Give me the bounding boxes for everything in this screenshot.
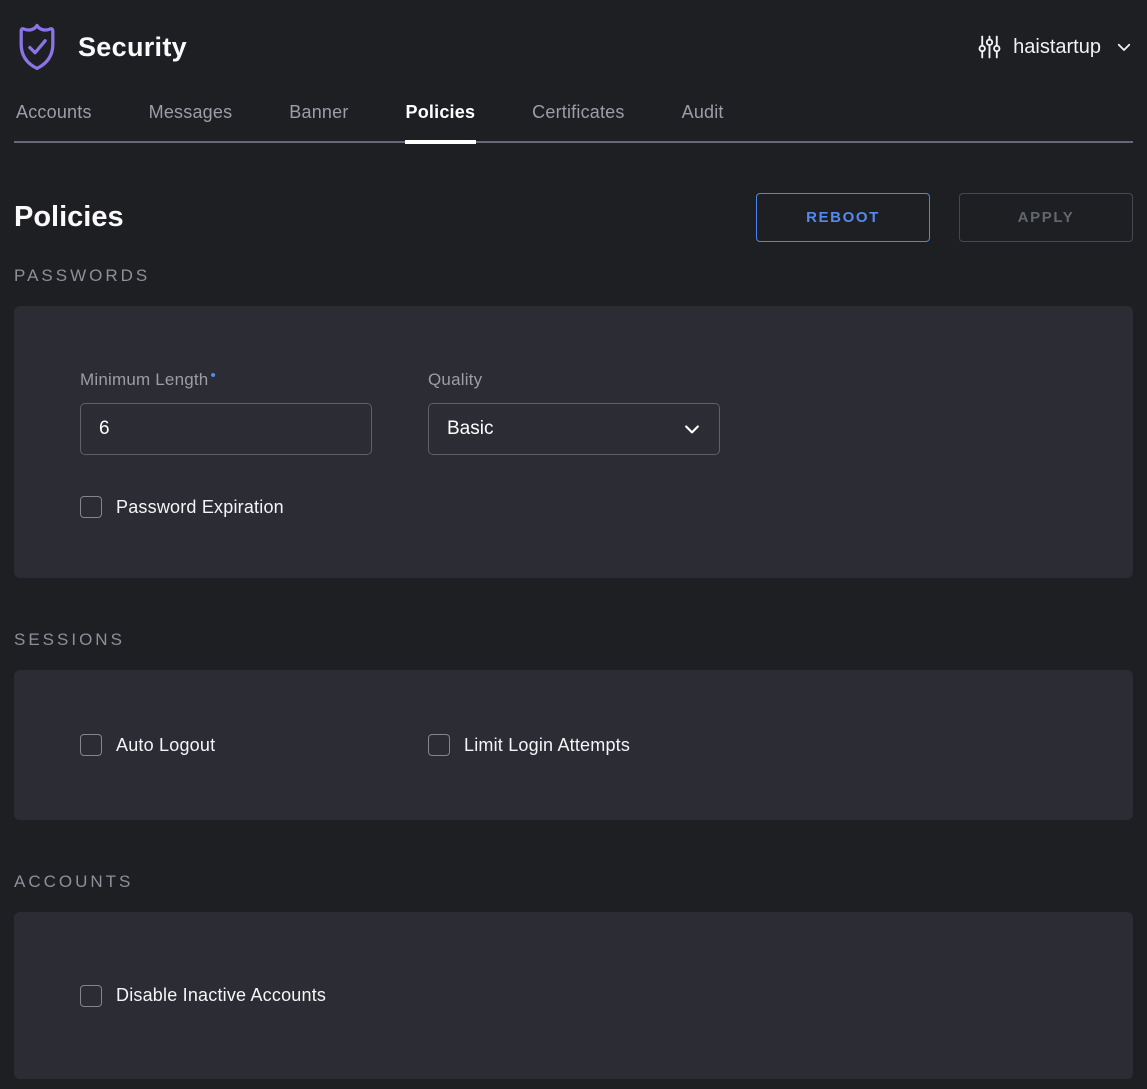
checkbox-box[interactable] [80,734,102,756]
password-expiration-checkbox[interactable]: Password Expiration [80,496,1133,518]
passwords-fields-row: Minimum Length• Quality Basic [80,370,1133,455]
user-name: haistartup [1013,36,1101,59]
minimum-length-field: Minimum Length• [80,370,372,455]
checkbox-box[interactable] [80,496,102,518]
checkbox-box[interactable] [80,985,102,1007]
accounts-section-heading: ACCOUNTS [14,872,1133,892]
tab-messages[interactable]: Messages [149,88,233,141]
reboot-button[interactable]: REBOOT [756,193,930,242]
disable-inactive-accounts-checkbox[interactable]: Disable Inactive Accounts [80,985,326,1007]
tab-bar: Accounts Messages Banner Policies Certif… [14,88,1133,143]
checkbox-box[interactable] [428,734,450,756]
tab-accounts[interactable]: Accounts [16,88,92,141]
tab-audit[interactable]: Audit [682,88,724,141]
quality-select[interactable]: Basic [428,403,720,455]
app-header: Security haistartup [14,0,1133,88]
sessions-card: Auto Logout Limit Login Attempts [14,670,1133,820]
accounts-card: Disable Inactive Accounts [14,912,1133,1079]
page-actions: REBOOT APPLY [756,193,1133,242]
disable-inactive-accounts-label: Disable Inactive Accounts [116,985,326,1006]
minimum-length-label: Minimum Length• [80,370,372,390]
apply-button[interactable]: APPLY [959,193,1133,242]
quality-field: Quality Basic [428,370,720,455]
auto-logout-checkbox[interactable]: Auto Logout [80,734,428,756]
limit-login-attempts-label: Limit Login Attempts [464,735,630,756]
page-head: Policies REBOOT APPLY [14,193,1133,242]
user-menu[interactable]: haistartup [977,34,1133,60]
tab-policies[interactable]: Policies [406,88,476,141]
minimum-length-input[interactable] [80,403,372,455]
page-title: Policies [14,201,124,234]
chevron-down-icon [682,419,702,439]
settings-sliders-icon [977,34,1002,60]
chevron-down-icon [1115,38,1133,56]
passwords-card: Minimum Length• Quality Basic Password [14,306,1133,578]
app-title: Security [78,32,187,63]
password-expiration-label: Password Expiration [116,497,284,518]
required-dot: • [210,367,215,384]
tab-certificates[interactable]: Certificates [532,88,624,141]
shield-check-icon [14,22,60,72]
quality-label: Quality [428,370,720,390]
sessions-section-heading: SESSIONS [14,630,1133,650]
tab-banner[interactable]: Banner [289,88,348,141]
quality-select-value: Basic [447,418,493,440]
passwords-section-heading: PASSWORDS [14,266,1133,286]
app-header-left: Security [14,22,187,72]
limit-login-attempts-checkbox[interactable]: Limit Login Attempts [428,734,630,756]
auto-logout-label: Auto Logout [116,735,215,756]
security-page: Security haistartup Accounts Messages Ba… [0,0,1147,1079]
